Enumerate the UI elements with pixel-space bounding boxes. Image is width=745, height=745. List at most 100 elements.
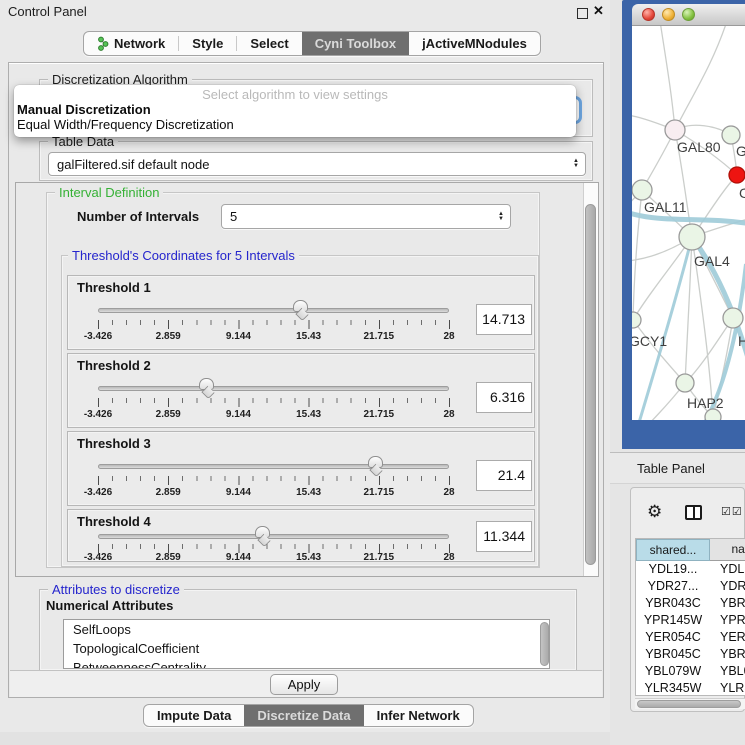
threshold-slider-thumb[interactable] bbox=[293, 300, 308, 312]
table-data-value: galFiltered.sif default node bbox=[57, 157, 209, 172]
network-node-label[interactable]: GCY1 bbox=[632, 333, 667, 349]
number-of-intervals-value: 5 bbox=[230, 209, 237, 224]
apply-button[interactable]: Apply bbox=[270, 674, 338, 695]
table-row[interactable]: YBR043CYBR0 bbox=[636, 595, 745, 612]
network-node[interactable] bbox=[729, 167, 745, 183]
number-of-intervals-label: Number of Intervals bbox=[77, 209, 199, 224]
network-node-label[interactable]: GAL11 bbox=[644, 199, 687, 215]
network-node[interactable] bbox=[705, 409, 721, 420]
table-cell-name[interactable]: YDR2 bbox=[710, 578, 745, 595]
algorithm-option-manual[interactable]: Manual Discretization bbox=[17, 102, 151, 117]
table-cell-shared-name[interactable]: YLR345W bbox=[636, 680, 710, 696]
network-node-label[interactable]: GAL80 bbox=[677, 139, 721, 155]
threshold-value-field[interactable]: 11.344 bbox=[476, 521, 532, 552]
threshold-value-field[interactable]: 21.4 bbox=[476, 460, 532, 491]
network-node-label[interactable]: GAL4 bbox=[694, 253, 730, 269]
threshold-slider-track[interactable] bbox=[98, 308, 449, 313]
algorithm-option-equal-width[interactable]: Equal Width/Frequency Discretization bbox=[17, 117, 234, 132]
float-window-icon[interactable] bbox=[577, 8, 588, 19]
threshold-slider-thumb[interactable] bbox=[255, 526, 270, 538]
network-node[interactable] bbox=[632, 312, 641, 328]
table-cell-name[interactable]: YLR3 bbox=[710, 680, 745, 696]
select-columns-checkboxes-icon[interactable]: ☑☑ bbox=[721, 505, 743, 518]
network-canvas[interactable]: GAL80 GAL11 GAL4 GCY1 HAP2 G C H bbox=[632, 26, 745, 420]
table-row[interactable]: YBL079WYBL0 bbox=[636, 663, 745, 680]
tab-select[interactable]: Select bbox=[237, 32, 301, 55]
table-row[interactable]: YPR145WYPR1 bbox=[636, 612, 745, 629]
table-cell-name[interactable]: YBL0 bbox=[710, 663, 745, 680]
table-cell-name[interactable]: YPR1 bbox=[710, 612, 745, 629]
table-cell-name[interactable]: YER0 bbox=[710, 629, 745, 646]
threshold-slider-track[interactable] bbox=[98, 386, 449, 391]
close-traffic-light-icon[interactable] bbox=[642, 8, 655, 21]
vertical-scrollbar[interactable] bbox=[583, 183, 598, 576]
gear-icon[interactable]: ⚙ bbox=[647, 502, 662, 522]
threshold-slider-thumb[interactable] bbox=[368, 456, 383, 468]
control-panel: Control Panel ✕ NetworkStyleSelectCyni T… bbox=[0, 0, 612, 732]
combo-spinner-icon[interactable]: ▲▼ bbox=[573, 159, 579, 169]
threshold-slider-track[interactable] bbox=[98, 464, 449, 469]
table-cell-shared-name[interactable]: YER054C bbox=[636, 629, 710, 646]
network-node-label[interactable]: C bbox=[739, 185, 745, 201]
table-cell-shared-name[interactable]: YPR145W bbox=[636, 612, 710, 629]
table-cell-shared-name[interactable]: YDL19... bbox=[636, 561, 710, 578]
zoom-traffic-light-icon[interactable] bbox=[682, 8, 695, 21]
threshold-slider-thumb[interactable] bbox=[199, 378, 214, 390]
table-cell-shared-name[interactable]: YDR27... bbox=[636, 578, 710, 595]
table-row[interactable]: YLR345WYLR3 bbox=[636, 680, 745, 696]
tab-discretize-data[interactable]: Discretize Data bbox=[244, 705, 363, 726]
attribute-list-item[interactable]: BetweennessCentrality bbox=[64, 658, 549, 669]
tab-style[interactable]: Style bbox=[179, 32, 236, 55]
vertical-scrollbar-thumb[interactable] bbox=[585, 204, 596, 565]
threshold-panel: Threshold 3-3.4262.8599.14415.4321.71528… bbox=[67, 431, 535, 506]
tab-cyni-toolbox[interactable]: Cyni Toolbox bbox=[302, 32, 409, 55]
threshold-slider-track[interactable] bbox=[98, 534, 449, 539]
table-cell-shared-name[interactable]: YBL079W bbox=[636, 663, 710, 680]
table-row[interactable]: YER054CYER0 bbox=[636, 629, 745, 646]
network-node[interactable] bbox=[723, 308, 743, 328]
app-window: Control Panel ✕ NetworkStyleSelectCyni T… bbox=[0, 0, 745, 745]
network-node[interactable] bbox=[632, 180, 652, 200]
attribute-list-item[interactable]: SelfLoops bbox=[64, 620, 549, 639]
tab-network[interactable]: Network bbox=[84, 32, 178, 55]
algorithm-dropdown-popup: Select algorithm to view settings Manual… bbox=[14, 85, 576, 137]
numerical-attributes-list[interactable]: SelfLoopsTopologicalCoefficientBetweenne… bbox=[63, 619, 550, 669]
attribute-list-item[interactable]: TopologicalCoefficient bbox=[64, 639, 549, 658]
table-cell-name[interactable]: YBR0 bbox=[710, 646, 745, 663]
combo-spinner-icon[interactable]: ▲▼ bbox=[498, 212, 504, 222]
table-data-combobox[interactable]: galFiltered.sif default node ▲▼ bbox=[48, 152, 586, 176]
threshold-value-field[interactable]: 14.713 bbox=[476, 304, 532, 335]
table-row[interactable]: YDR27...YDR2 bbox=[636, 578, 745, 595]
network-node-label[interactable]: G bbox=[736, 143, 745, 159]
network-node-label[interactable]: HAP2 bbox=[687, 395, 724, 411]
tab-infer-network[interactable]: Infer Network bbox=[364, 705, 473, 726]
close-icon[interactable]: ✕ bbox=[593, 3, 604, 19]
threshold-panel: Threshold 1-3.4262.8599.14415.4321.71528… bbox=[67, 275, 535, 350]
table-horizontal-scrollbar[interactable] bbox=[635, 698, 745, 709]
columns-icon[interactable] bbox=[685, 505, 702, 520]
tab-jactivemnodules[interactable]: jActiveMNodules bbox=[409, 32, 540, 55]
column-header-name[interactable]: name bbox=[710, 539, 745, 561]
table-cell-shared-name[interactable]: YBR043C bbox=[636, 595, 710, 612]
network-node[interactable] bbox=[676, 374, 694, 392]
apply-strip: Apply bbox=[10, 670, 602, 697]
node-attribute-table[interactable]: shared... name YDL19...YDL1YDR27...YDR2Y… bbox=[635, 538, 745, 696]
table-cell-name[interactable]: YBR0 bbox=[710, 595, 745, 612]
tab-impute-data[interactable]: Impute Data bbox=[144, 705, 244, 726]
number-of-intervals-combobox[interactable]: 5 ▲▼ bbox=[221, 204, 511, 229]
network-window-titlebar[interactable] bbox=[632, 4, 745, 26]
attributes-list-scrollbar[interactable] bbox=[540, 622, 549, 666]
table-row[interactable]: YBR045CYBR0 bbox=[636, 646, 745, 663]
table-cell-name[interactable]: YDL1 bbox=[710, 561, 745, 578]
table-cell-shared-name[interactable]: YBR045C bbox=[636, 646, 710, 663]
column-header-shared-name[interactable]: shared... bbox=[636, 539, 710, 561]
table-hscrollbar-thumb[interactable] bbox=[637, 700, 741, 708]
network-node[interactable] bbox=[665, 120, 685, 140]
network-node[interactable] bbox=[679, 224, 705, 250]
threshold-value-field[interactable]: 6.316 bbox=[476, 382, 532, 413]
table-row[interactable]: YDL19...YDL1 bbox=[636, 561, 745, 578]
slider-tick-label: 21.715 bbox=[364, 331, 395, 342]
network-node[interactable] bbox=[722, 126, 740, 144]
minimize-traffic-light-icon[interactable] bbox=[662, 8, 675, 21]
network-node-label[interactable]: H bbox=[738, 333, 745, 349]
